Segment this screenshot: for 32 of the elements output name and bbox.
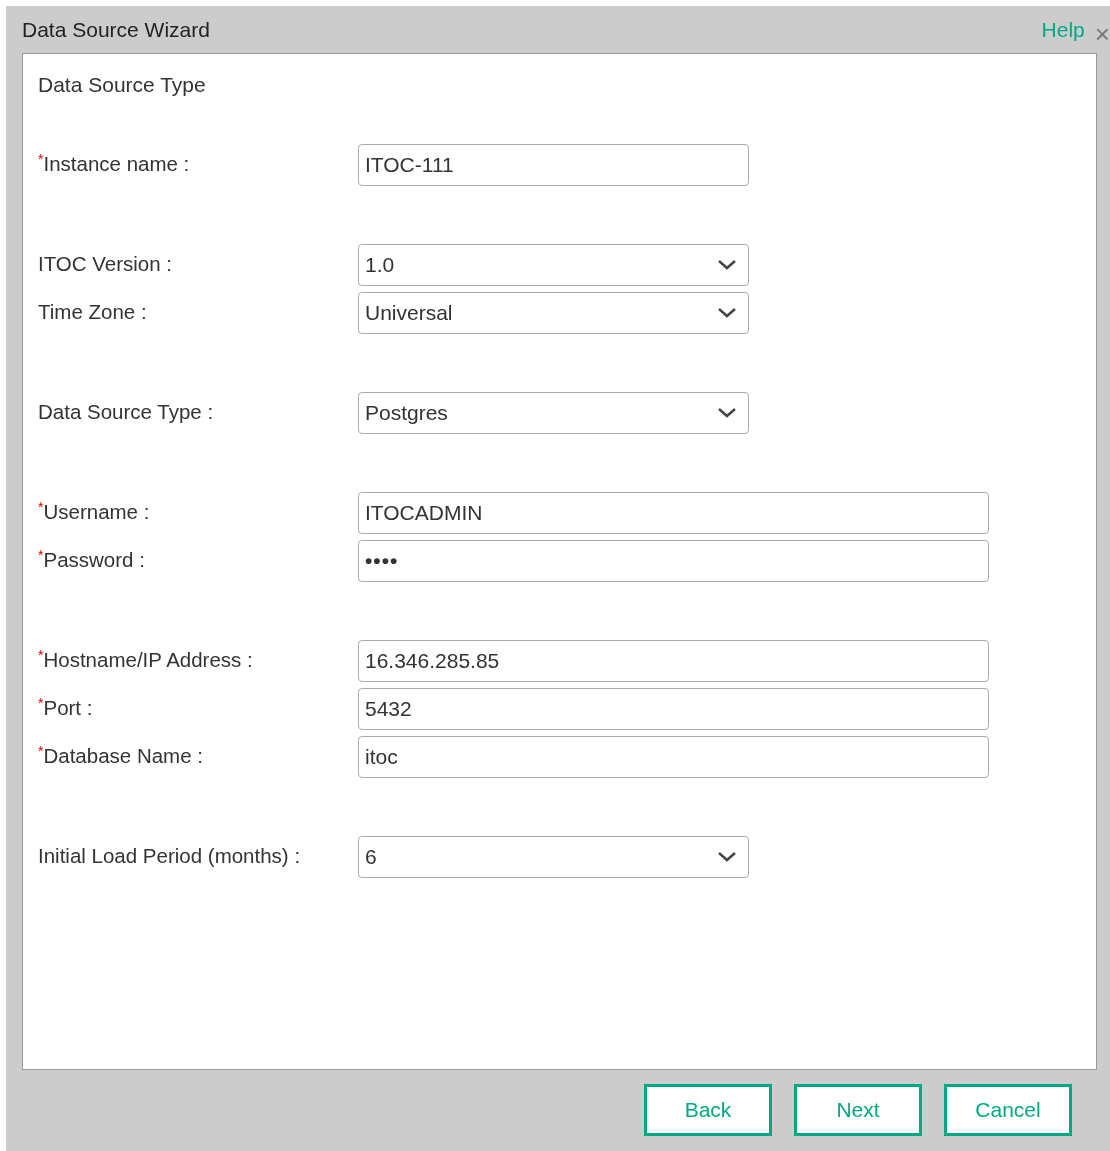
required-mark: * bbox=[38, 743, 44, 760]
input-field[interactable]: ITOCADMIN bbox=[358, 491, 989, 534]
field-label: ITOC Version : bbox=[38, 252, 173, 276]
required-mark: * bbox=[38, 647, 44, 664]
field-label: Username : bbox=[43, 500, 150, 524]
field-label: Time Zone : bbox=[38, 300, 147, 324]
password-field[interactable]: •••• bbox=[358, 539, 989, 582]
input-field[interactable]: 5432 bbox=[358, 687, 989, 730]
field-label: Data Source Type : bbox=[38, 400, 214, 424]
dropdown[interactable]: Universal bbox=[358, 291, 749, 334]
field-label: Initial Load Period (months) : bbox=[38, 844, 301, 868]
required-mark: * bbox=[38, 151, 44, 168]
input-field[interactable]: 16.346.285.85 bbox=[358, 639, 989, 682]
chevron-down-icon bbox=[718, 407, 736, 418]
field-label: Hostname/IP Address : bbox=[43, 648, 253, 672]
field-label: Instance name : bbox=[43, 152, 190, 176]
field-label: Database Name : bbox=[43, 744, 203, 768]
dropdown[interactable]: Postgres bbox=[358, 391, 749, 434]
input-field[interactable]: itoc bbox=[358, 735, 989, 778]
section-heading: Data Source Type bbox=[38, 72, 207, 98]
dropdown[interactable]: 1.0 bbox=[358, 243, 749, 286]
chevron-down-icon bbox=[718, 259, 736, 270]
chevron-down-icon bbox=[718, 851, 736, 862]
dropdown[interactable]: 6 bbox=[358, 835, 749, 878]
required-mark: * bbox=[38, 547, 44, 564]
field-label: Port : bbox=[43, 696, 93, 720]
input-field[interactable]: ITOC-111 bbox=[358, 143, 749, 186]
chevron-down-icon bbox=[718, 307, 736, 318]
required-mark: * bbox=[38, 695, 44, 712]
required-mark: * bbox=[38, 499, 44, 516]
window-title: Data Source Wizard bbox=[22, 16, 210, 43]
field-label: Password : bbox=[43, 548, 145, 572]
